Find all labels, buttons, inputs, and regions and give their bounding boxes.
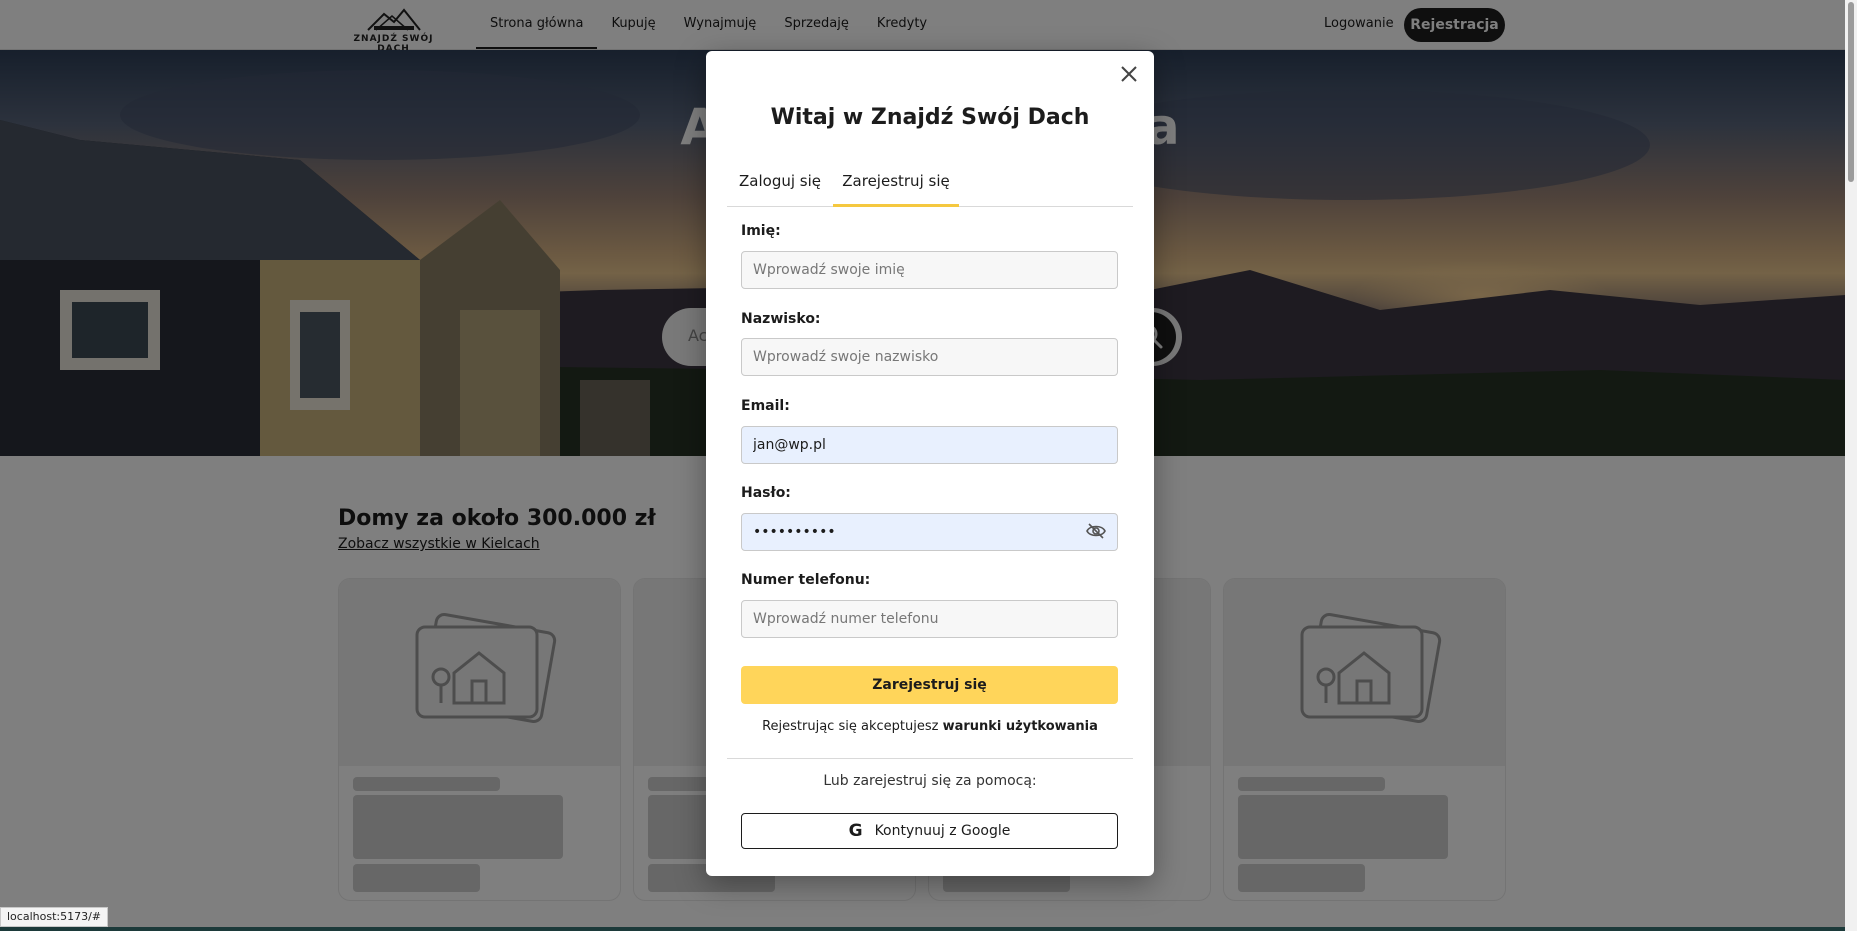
scrollbar-thumb[interactable] bbox=[1848, 2, 1854, 182]
divider bbox=[727, 758, 1133, 759]
email-label: Email: bbox=[741, 398, 790, 414]
first-name-input[interactable] bbox=[741, 251, 1118, 289]
eye-slash-icon bbox=[1086, 523, 1106, 539]
page-scrollbar[interactable] bbox=[1845, 0, 1857, 931]
password-input[interactable] bbox=[741, 513, 1118, 551]
toggle-password-visibility[interactable] bbox=[1085, 520, 1107, 542]
last-name-label: Nazwisko: bbox=[741, 311, 821, 327]
register-submit-button[interactable]: Zarejestruj się bbox=[741, 666, 1118, 704]
password-label: Hasło: bbox=[741, 485, 791, 501]
last-name-input[interactable] bbox=[741, 338, 1118, 376]
close-icon bbox=[1121, 66, 1137, 82]
terms-text: Rejestrując się akceptujesz warunki użyt… bbox=[706, 719, 1154, 734]
google-icon: G bbox=[848, 821, 863, 841]
browser-status-url: localhost:5173/# bbox=[0, 907, 108, 927]
google-signin-button[interactable]: G Kontynuuj z Google bbox=[741, 813, 1118, 849]
phone-input[interactable] bbox=[741, 600, 1118, 638]
google-button-label: Kontynuuj z Google bbox=[874, 823, 1011, 839]
auth-tabs: Zaloguj się Zarejestruj się bbox=[727, 163, 1133, 207]
auth-modal: Witaj w Znajdź Swój Dach Zaloguj się Zar… bbox=[706, 51, 1154, 876]
modal-title: Witaj w Znajdź Swój Dach bbox=[770, 105, 1090, 130]
terms-link[interactable]: warunki użytkowania bbox=[943, 719, 1098, 734]
tab-register[interactable]: Zarejestruj się bbox=[833, 163, 959, 207]
email-input[interactable] bbox=[741, 426, 1118, 464]
alt-signup-text: Lub zarejestruj się za pomocą: bbox=[823, 773, 1037, 789]
terms-prefix: Rejestrując się akceptujesz bbox=[762, 719, 939, 734]
tab-login[interactable]: Zaloguj się bbox=[727, 163, 833, 207]
page-bottom-strip bbox=[0, 927, 1857, 931]
phone-label: Numer telefonu: bbox=[741, 572, 871, 588]
first-name-label: Imię: bbox=[741, 223, 781, 239]
close-button[interactable] bbox=[1116, 61, 1142, 87]
